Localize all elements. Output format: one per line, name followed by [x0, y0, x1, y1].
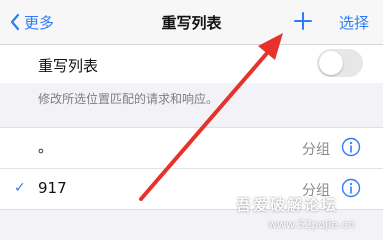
rewrite-toggle-row: 重写列表 — [0, 45, 383, 83]
plus-icon[interactable] — [292, 10, 314, 32]
list-item[interactable]: 。 分组 — [0, 128, 383, 168]
toggle-knob — [319, 51, 343, 75]
page-title: 重写列表 — [161, 14, 222, 32]
section-footnote: 修改所选位置匹配的请求和响应。 — [38, 92, 219, 106]
toggle-label: 重写列表 — [38, 57, 99, 75]
info-icon[interactable] — [341, 137, 361, 157]
watermark: 吾爱破解论坛 www.52pojie.cn — [232, 190, 383, 240]
rule-label: 。 — [38, 138, 54, 156]
group-label: 分组 — [302, 142, 330, 158]
rewrite-toggle-switch[interactable] — [317, 49, 363, 77]
rule-label: 917 — [38, 179, 67, 197]
checkmark-icon: ✓ — [14, 180, 26, 196]
select-button[interactable]: 选择 — [339, 12, 369, 33]
watermark-title: 吾爱破解论坛 — [236, 196, 339, 214]
watermark-url: www.52pojie.cn — [268, 218, 355, 231]
navigation-bar: 更多 重写列表 选择 — [0, 0, 383, 45]
